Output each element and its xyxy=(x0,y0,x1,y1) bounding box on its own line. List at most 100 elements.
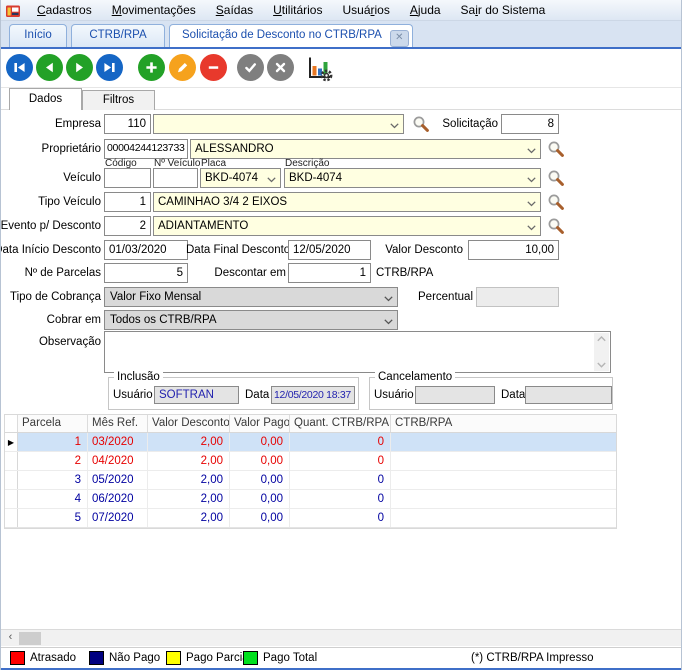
menu-item-ajuda[interactable]: Ajuda xyxy=(400,0,451,21)
chevron-down-icon xyxy=(527,201,536,207)
legend-color-pago-total xyxy=(243,651,258,665)
col-parcela[interactable]: Parcela xyxy=(18,415,88,432)
veiculo-placa-combo[interactable]: BKD-4074 xyxy=(200,168,281,188)
next-record-button[interactable] xyxy=(66,54,93,81)
cancel-button[interactable] xyxy=(267,54,294,81)
tab-solicitacao-desconto[interactable]: Solicitação de Desconto no CTRB/RPA✕ xyxy=(169,24,413,47)
evento-combo[interactable]: ADIANTAMENTO xyxy=(153,216,541,236)
grid-header-row: Parcela Mês Ref. Valor Desconto Valor Pa… xyxy=(5,415,616,433)
status-legend: Atrasado Não Pago Pago Parcial Pago Tota… xyxy=(1,647,682,668)
first-record-icon xyxy=(12,60,27,75)
data-final-field[interactable]: 12/05/2020 xyxy=(288,240,371,260)
tipo-cobranca-select[interactable]: Valor Fixo Mensal xyxy=(104,287,398,307)
table-row[interactable]: 3 05/2020 2,00 0,00 0 xyxy=(5,471,616,490)
row-selector-cell xyxy=(5,452,18,470)
next-record-icon xyxy=(72,60,87,75)
edit-button[interactable] xyxy=(169,54,196,81)
table-row[interactable]: 4 06/2020 2,00 0,00 0 xyxy=(5,490,616,509)
col-mes-ref[interactable]: Mês Ref. xyxy=(88,415,148,432)
evento-label: Evento p/ Desconto xyxy=(0,216,101,236)
descontar-em-field[interactable]: 1 xyxy=(288,263,371,283)
legend-label-atrasado: Atrasado xyxy=(30,651,76,666)
close-tab-icon[interactable]: ✕ xyxy=(390,30,409,47)
empresa-name-combo[interactable] xyxy=(153,114,404,134)
report-chart-button[interactable] xyxy=(305,54,333,82)
proprietario-name-combo[interactable]: ALESSANDRO xyxy=(190,139,541,159)
cobrar-em-select[interactable]: Todos os CTRB/RPA xyxy=(104,310,398,330)
inclusao-title: Inclusão xyxy=(114,370,163,384)
last-record-button[interactable] xyxy=(96,54,123,81)
legend-label-pago-parcial: Pago Parcial xyxy=(186,651,251,666)
veiculo-descricao-combo[interactable]: BKD-4074 xyxy=(284,168,541,188)
observacao-label: Observação xyxy=(0,332,101,352)
valor-desconto-label: Valor Desconto xyxy=(363,240,463,260)
evento-code-field[interactable]: 2 xyxy=(104,216,151,236)
data-inicio-field[interactable]: 01/03/2020 xyxy=(104,240,188,260)
bar-chart-gear-icon xyxy=(305,54,333,82)
table-row[interactable]: 2 04/2020 2,00 0,00 0 xyxy=(5,452,616,471)
legend-label-pago-total: Pago Total xyxy=(263,651,317,666)
col-valor-pago[interactable]: Valor Pago xyxy=(230,415,290,432)
col-ctrb[interactable]: CTRB/RPA xyxy=(391,415,616,432)
add-button[interactable] xyxy=(138,54,165,81)
observacao-scrollbar[interactable] xyxy=(594,333,609,371)
scroll-down-icon[interactable] xyxy=(597,362,606,368)
plus-icon xyxy=(144,60,159,75)
table-row[interactable]: 5 07/2020 2,00 0,00 0 xyxy=(5,509,616,528)
parcelas-grid: Parcela Mês Ref. Valor Desconto Valor Pa… xyxy=(4,414,617,529)
tab-filtros[interactable]: Filtros xyxy=(82,90,155,110)
menu-item-sair-do-sistema[interactable]: Sair do Sistema xyxy=(451,0,556,21)
chevron-down-icon xyxy=(267,177,276,183)
previous-record-icon xyxy=(42,60,57,75)
tab-ctrb-rpa[interactable]: CTRB/RPA xyxy=(71,24,165,47)
scroll-up-icon[interactable] xyxy=(597,336,606,342)
chevron-down-icon xyxy=(527,148,536,154)
empresa-code-field[interactable]: 110 xyxy=(104,114,151,134)
pencil-icon xyxy=(175,60,190,75)
tipo-veiculo-combo[interactable]: CAMINHAO 3/4 2 EIXOS xyxy=(153,192,541,212)
legend-color-nao-pago xyxy=(89,651,104,665)
menu-item-movimentacoes[interactable]: Movimentações xyxy=(102,0,206,21)
tipo-cobranca-label: Tipo de Cobrança xyxy=(0,287,101,307)
legend-color-pago-parcial xyxy=(166,651,181,665)
first-record-button[interactable] xyxy=(6,54,33,81)
proprietario-search-icon[interactable] xyxy=(547,140,565,158)
app-icon xyxy=(5,3,21,18)
horizontal-scrollbar[interactable]: ‹ xyxy=(1,629,682,646)
menu-item-saidas[interactable]: Saídas xyxy=(206,0,263,21)
veiculo-codigo-field[interactable] xyxy=(104,168,151,188)
previous-record-button[interactable] xyxy=(36,54,63,81)
confirm-button[interactable] xyxy=(237,54,264,81)
delete-button[interactable] xyxy=(200,54,227,81)
valor-desconto-field[interactable]: 10,00 xyxy=(468,240,559,260)
tab-dados[interactable]: Dados xyxy=(9,88,82,110)
col-valor-desconto[interactable]: Valor Desconto xyxy=(148,415,230,432)
veiculo-search-icon[interactable] xyxy=(547,169,565,187)
scroll-left-icon[interactable]: ‹ xyxy=(3,630,18,646)
menu-item-cadastros[interactable]: Cadastros xyxy=(27,0,102,21)
veiculo-numero-field[interactable] xyxy=(153,168,198,188)
menu-item-utilitarios[interactable]: Utilitários xyxy=(263,0,332,21)
tipo-veiculo-search-icon[interactable] xyxy=(547,193,565,211)
observacao-textarea[interactable] xyxy=(104,331,611,373)
proprietario-code-field[interactable]: 00004244123733 xyxy=(104,139,188,159)
data-inicio-label: Data Início Desconto xyxy=(0,240,101,260)
empresa-label: Empresa xyxy=(0,114,101,134)
scrollbar-thumb[interactable] xyxy=(19,632,41,645)
table-row[interactable]: ▶ 1 03/2020 2,00 0,00 0 xyxy=(5,433,616,452)
app-window: Cadastros Movimentações Saídas Utilitári… xyxy=(0,0,682,670)
cancelamento-title: Cancelamento xyxy=(375,370,455,384)
num-parcelas-field[interactable]: 5 xyxy=(104,263,188,283)
minus-icon xyxy=(206,60,221,75)
chevron-down-icon xyxy=(527,177,536,183)
chevron-down-icon xyxy=(384,319,393,325)
chevron-down-icon xyxy=(527,225,536,231)
col-quant-ctrb[interactable]: Quant. CTRB/RPA xyxy=(290,415,391,432)
tipo-veiculo-code-field[interactable]: 1 xyxy=(104,192,151,212)
inclusao-groupbox: Inclusão Usuário SOFTRAN Data 12/05/2020… xyxy=(108,377,359,410)
tab-inicio[interactable]: Início xyxy=(9,24,67,47)
row-selector-cell xyxy=(5,509,18,527)
evento-search-icon[interactable] xyxy=(547,217,565,235)
menu-item-usuarios[interactable]: Usuários xyxy=(332,0,399,21)
solicitacao-field[interactable]: 8 xyxy=(501,114,559,134)
